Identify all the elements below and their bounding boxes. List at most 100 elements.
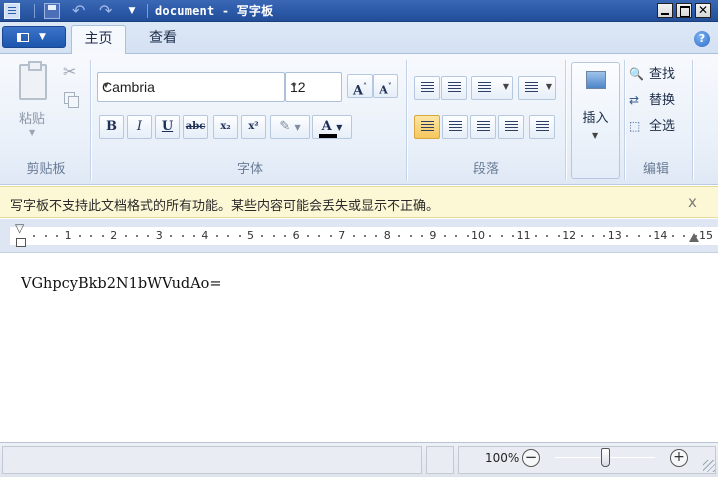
- qat-separator: [34, 4, 35, 18]
- copy-icon[interactable]: [64, 92, 79, 108]
- ruler-tick: [227, 235, 230, 237]
- align-right-button[interactable]: [470, 115, 496, 139]
- ruler-tick: [364, 235, 366, 237]
- superscript-button[interactable]: x²: [241, 115, 266, 139]
- font-size-select[interactable]: 12 ▼: [285, 72, 342, 102]
- ruler-tick: [546, 235, 549, 237]
- binoculars-icon: 🔍: [629, 67, 644, 81]
- highlighter-icon: ✎: [279, 119, 291, 134]
- ruler-number: 2: [110, 229, 118, 242]
- close-icon[interactable]: x: [688, 193, 697, 211]
- zoom-in-button[interactable]: +: [670, 449, 688, 467]
- find-button[interactable]: 🔍 查找: [629, 64, 675, 84]
- paragraph-dialog-button[interactable]: [529, 115, 555, 139]
- grow-font-button[interactable]: A˄: [347, 74, 373, 98]
- font-family-select[interactable]: Cambria ▼: [97, 72, 285, 102]
- zoom-out-button[interactable]: −: [522, 449, 540, 467]
- ruler-tick: [90, 235, 93, 237]
- picture-icon: [586, 71, 606, 89]
- ruler-tick: [626, 235, 629, 237]
- tab-view[interactable]: 查看: [137, 25, 189, 54]
- paste-button-label[interactable]: 粘贴: [14, 108, 50, 127]
- ruler-tick: [466, 235, 469, 237]
- status-panel: [2, 446, 422, 474]
- ruler-tick: [170, 235, 173, 237]
- font-color-icon: A: [321, 119, 332, 134]
- increase-indent-button[interactable]: [441, 76, 467, 100]
- insert-button[interactable]: 插入 ▼: [571, 62, 620, 179]
- resize-grip[interactable]: [703, 460, 715, 472]
- ruler-number: 7: [338, 229, 346, 242]
- replace-button[interactable]: ⇄ 替换: [629, 90, 675, 110]
- ruler-number: 1: [64, 229, 72, 242]
- ruler-tick: [409, 235, 412, 237]
- minimize-button[interactable]: [657, 3, 673, 18]
- ruler-number: 9: [429, 229, 437, 242]
- align-right-icon: [477, 121, 490, 122]
- bullet-list-button[interactable]: ▼: [471, 76, 513, 100]
- ruler-number: 5: [247, 229, 254, 242]
- qat-separator: [147, 4, 148, 18]
- right-indent-marker[interactable]: [689, 233, 699, 242]
- strikethrough-button[interactable]: abc: [183, 115, 208, 139]
- ruler-tick: [181, 235, 184, 237]
- ruler-number: 10: [471, 229, 485, 242]
- first-line-indent-marker[interactable]: ▽: [15, 222, 24, 234]
- chevron-down-icon[interactable]: ▼: [29, 128, 35, 137]
- help-icon[interactable]: ?: [694, 31, 710, 47]
- ruler-tick: [398, 235, 401, 237]
- group-divider: [406, 60, 407, 180]
- shrink-font-icon: A: [379, 83, 388, 97]
- customize-qat-icon[interactable]: ▼: [124, 3, 140, 19]
- app-menu-icon[interactable]: [4, 3, 20, 19]
- align-center-button[interactable]: [442, 115, 468, 139]
- paragraph-group-label: 段落: [472, 162, 499, 177]
- close-button[interactable]: [695, 3, 711, 18]
- group-divider: [565, 60, 566, 180]
- ruler-tick: [284, 235, 287, 237]
- replace-icon: ⇄: [629, 93, 640, 107]
- highlight-color-button[interactable]: ✎ ▼: [270, 115, 310, 139]
- paste-icon[interactable]: [19, 61, 47, 100]
- redo-icon[interactable]: ↷: [99, 3, 115, 19]
- decrease-indent-button[interactable]: [414, 76, 440, 100]
- undo-icon[interactable]: ↶: [72, 3, 88, 19]
- ruler-tick: [455, 235, 458, 237]
- ruler-tick: [557, 235, 560, 237]
- maximize-button[interactable]: [676, 3, 692, 18]
- paragraph-icon: [536, 121, 549, 122]
- shrink-font-button[interactable]: A˅: [373, 74, 398, 98]
- document-text[interactable]: VGhpcyBkb2N1bWVudAo=: [21, 276, 222, 292]
- ruler-tick: [193, 235, 195, 237]
- window-title: document - 写字板: [155, 4, 274, 18]
- ruler-tick: [580, 235, 583, 237]
- ruler-tick: [318, 235, 321, 237]
- justify-button[interactable]: [498, 115, 524, 139]
- justify-icon: [505, 121, 518, 122]
- underline-button[interactable]: U: [155, 115, 180, 139]
- line-spacing-button[interactable]: ▼: [518, 76, 556, 100]
- zoom-slider-thumb[interactable]: [601, 448, 610, 467]
- align-left-button[interactable]: [414, 115, 440, 139]
- subscript-button[interactable]: x₂: [213, 115, 238, 139]
- ruler-tick: [272, 235, 275, 237]
- cut-icon[interactable]: ✂: [63, 62, 76, 81]
- font-group-label: 字体: [236, 162, 263, 177]
- ruler-tick: [261, 235, 264, 237]
- ruler-number: 3: [155, 229, 163, 242]
- tab-home[interactable]: 主页: [71, 25, 126, 54]
- ruler-tick: [238, 235, 241, 237]
- left-indent-marker[interactable]: [16, 238, 26, 247]
- editing-group-label: 编辑: [642, 162, 669, 177]
- file-menu-button[interactable]: ▼: [2, 26, 66, 48]
- ruler-tick: [603, 235, 606, 237]
- ruler-number: 8: [383, 229, 391, 242]
- bold-button[interactable]: B: [99, 115, 124, 139]
- font-color-button[interactable]: A ▼: [312, 115, 352, 139]
- ruler-tick: [649, 235, 651, 237]
- save-icon[interactable]: [44, 3, 60, 19]
- italic-button[interactable]: I: [127, 115, 152, 139]
- ruler-tick: [535, 235, 537, 237]
- ruler-tick: [101, 235, 104, 237]
- select-all-button[interactable]: ⬚ 全选: [629, 116, 675, 136]
